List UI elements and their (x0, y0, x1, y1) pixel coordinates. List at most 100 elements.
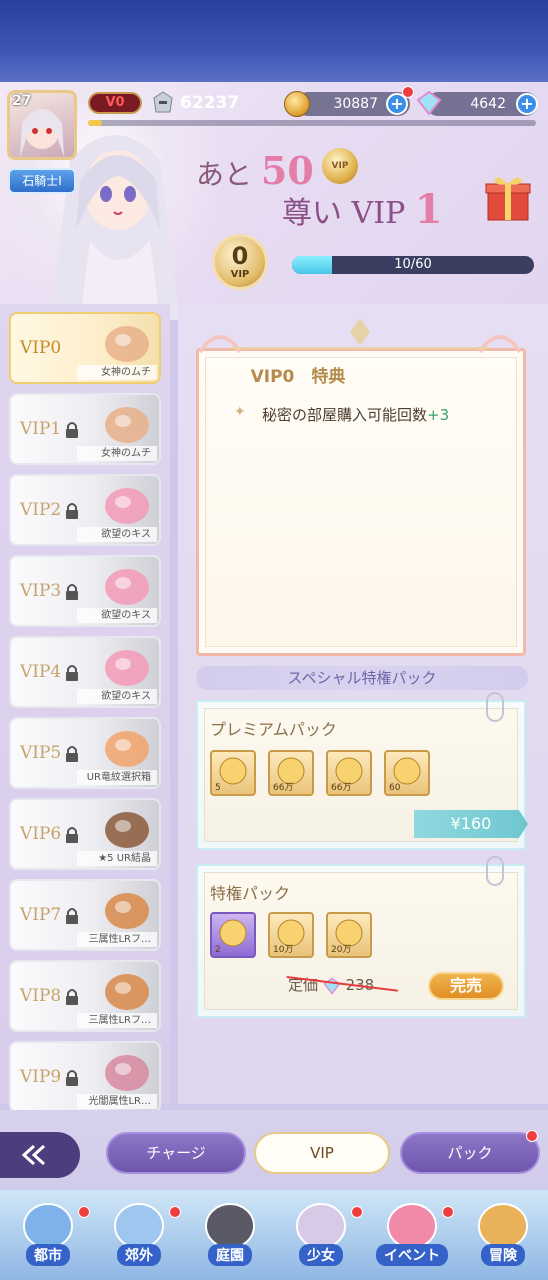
lock-icon (205, 1203, 255, 1249)
exp-bar-fill (88, 120, 102, 126)
pack-item-quantity: 60 (389, 783, 401, 793)
reward-item-icon (105, 407, 149, 443)
perk-bonus: +3 (427, 406, 450, 424)
vip-progress-bar: 10/60 (292, 256, 534, 274)
promo-vip-level: 1 (414, 186, 443, 233)
top-sky-background (0, 0, 548, 82)
nav-label: 少女 (279, 1244, 363, 1266)
lock-icon (66, 665, 78, 681)
vip-coin-icon: VIP (322, 148, 358, 184)
vip-level-label: VIP1 (20, 419, 62, 439)
notification-dot (442, 1206, 454, 1218)
benefits-title: VIP0 特典 (250, 367, 346, 387)
player-avatar[interactable]: 27 (7, 90, 77, 160)
vip-level-label: VIP3 (20, 581, 62, 601)
current-vip-medal: 0 VIP (212, 234, 268, 290)
sparkle-icon: ✦ (234, 404, 246, 420)
vip-level-item-9[interactable]: VIP9 光闇属性LR… (9, 1041, 161, 1113)
nav-compass[interactable]: 郊外 (97, 1196, 181, 1276)
special-pack-section-header: スペシャル特権パック (196, 666, 528, 690)
lock-icon (66, 908, 78, 924)
gift-icon (387, 1203, 437, 1249)
nav-girl[interactable]: 少女 (279, 1196, 363, 1276)
vip-level-badge[interactable]: V0 (88, 92, 142, 114)
current-vip-label: VIP (230, 269, 250, 280)
notification-dot (402, 86, 414, 98)
gold-value: 30887 (333, 96, 378, 112)
nav-label: イベント (370, 1244, 454, 1266)
promo-prefix: あと (196, 158, 253, 191)
vip-level-label: VIP2 (20, 500, 62, 520)
nav-label: 都市 (6, 1244, 90, 1266)
vip-level-item-2[interactable]: VIP2 欲望のキス (9, 474, 161, 546)
vip-level-item-8[interactable]: VIP8 三属性LRフ… (9, 960, 161, 1032)
battle-power: 62237 (150, 90, 239, 116)
reward-item-caption: 光闇属性LR… (77, 1094, 157, 1109)
pack-item[interactable]: 66万 (268, 750, 314, 796)
nav-lock[interactable]: 庭園 (188, 1196, 272, 1276)
nav-label: 冒険 (461, 1244, 545, 1266)
tab-vip[interactable]: VIP (254, 1132, 390, 1174)
player-level: 27 (12, 93, 32, 109)
vip-level-item-4[interactable]: VIP4 欲望のキス (9, 636, 161, 708)
back-button[interactable] (0, 1132, 80, 1178)
add-gems-button[interactable]: + (516, 93, 538, 115)
lock-icon (66, 1070, 78, 1086)
pack-item-quantity: 20万 (331, 945, 352, 955)
castle-icon (23, 1203, 73, 1249)
reward-item-icon (105, 812, 149, 848)
vip-level-item-1[interactable]: VIP1 女神のムチ (9, 393, 161, 465)
vip-level-item-5[interactable]: VIP5 UR竜紋選択箱 (9, 717, 161, 789)
benefits-card (196, 348, 526, 656)
pack-item[interactable]: 2 (210, 912, 256, 958)
reward-item-icon (105, 488, 149, 524)
nav-gift[interactable]: イベント (370, 1196, 454, 1276)
adventure-compass-icon (478, 1203, 528, 1249)
vip-level-item-6[interactable]: VIP6 ★5 UR結晶 (9, 798, 161, 870)
premium-pack-title: プレミアムパック (210, 720, 337, 739)
compass-icon (114, 1203, 164, 1249)
vip-level-item-7[interactable]: VIP7 三属性LRフ… (9, 879, 161, 951)
promo-vip: VIP (351, 196, 406, 231)
vip-level-item-3[interactable]: VIP3 欲望のキス (9, 555, 161, 627)
reward-item-caption: 三属性LRフ… (77, 1013, 157, 1028)
pack-item[interactable]: 10万 (268, 912, 314, 958)
paperclip-icon (486, 856, 504, 886)
lock-icon (66, 422, 78, 438)
gift-box-icon[interactable] (482, 170, 534, 222)
lock-icon (66, 584, 78, 600)
paperclip-icon (486, 692, 504, 722)
pack-item[interactable]: 5 (210, 750, 256, 796)
reward-item-caption: 欲望のキス (77, 527, 157, 542)
lock-icon (66, 503, 78, 519)
exp-bar (88, 120, 536, 126)
lock-icon (66, 827, 78, 843)
perk-item: 秘密の部屋購入可能回数+3 (262, 404, 449, 425)
pack-item[interactable]: 20万 (326, 912, 372, 958)
privilege-pack-title: 特権パック (210, 884, 291, 903)
notification-dot (78, 1206, 90, 1218)
lock-icon (66, 746, 78, 762)
premium-pack-buy-button[interactable]: ¥160 (414, 810, 528, 838)
reward-item-caption: 欲望のキス (77, 689, 157, 704)
vip-level-label: VIP0 (20, 338, 62, 358)
pack-item-quantity: 10万 (273, 945, 294, 955)
notification-dot (169, 1206, 181, 1218)
tab-pack[interactable]: パック (400, 1132, 540, 1174)
reward-item-icon (105, 893, 149, 929)
reward-item-caption: UR竜紋選択箱 (77, 770, 157, 785)
tab-charge[interactable]: チャージ (106, 1132, 246, 1174)
battle-power-value: 62237 (180, 93, 240, 113)
reward-item-icon (105, 731, 149, 767)
vip-progress-text: 10/60 (394, 257, 432, 272)
pack-item[interactable]: 66万 (326, 750, 372, 796)
pack-item[interactable]: 60 (384, 750, 430, 796)
rank-title-badge: 石騎士Ⅰ (8, 168, 76, 194)
vip-level-label: VIP8 (20, 986, 62, 1006)
reward-item-icon (105, 1055, 149, 1091)
reward-item-icon (105, 569, 149, 605)
nav-castle[interactable]: 都市 (6, 1196, 90, 1276)
nav-adventure-compass[interactable]: 冒険 (461, 1196, 545, 1276)
gold-coin-icon (284, 91, 310, 117)
sold-out-button[interactable]: 完売 (428, 972, 504, 1000)
